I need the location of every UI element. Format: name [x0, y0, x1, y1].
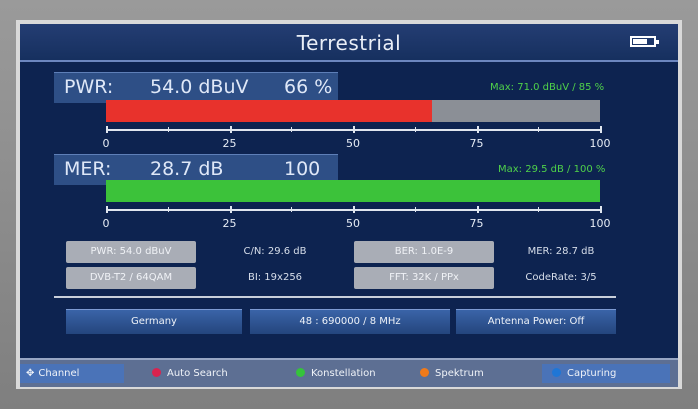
screen-title: Terrestrial: [296, 31, 402, 55]
detail-mer: MER: 28.7 dB: [527, 246, 595, 257]
mer-level-bar: [106, 180, 600, 202]
scale-tick-label: 50: [346, 217, 360, 230]
scale-tick-label: 0: [102, 217, 110, 230]
scale-tick-label: 100: [589, 137, 611, 150]
capturing-key-label: Capturing: [567, 368, 617, 379]
scale-minor-tick: [538, 127, 540, 132]
auto-search-key[interactable]: Auto Search: [152, 364, 270, 383]
scale-major-tick: [600, 126, 602, 133]
scale-tick-label: 75: [469, 137, 484, 150]
detail-pwr: PWR: 54.0 dBuV: [66, 241, 196, 263]
pwr-label: PWR:: [64, 76, 114, 98]
battery-icon: [630, 36, 659, 47]
scale-major-tick: [106, 126, 108, 133]
scale-major-tick: [600, 206, 602, 213]
scale-minor-tick: [414, 207, 416, 212]
pwr-value: 54.0 dBuV: [150, 76, 249, 98]
pwr-level-bar: [106, 100, 600, 122]
scale-minor-tick: [167, 207, 169, 212]
mer-level-fill: [106, 180, 600, 202]
detail-modulation: DVB-T2 / 64QAM: [66, 267, 196, 289]
mer-value: 28.7 dB: [150, 158, 224, 180]
channel-key-label: Channel: [38, 368, 80, 379]
mer-max: Max: 29.5 dB / 100 %: [498, 164, 606, 175]
scale-minor-tick: [414, 127, 416, 132]
scale-minor-tick: [167, 127, 169, 132]
detail-ber: BER: 1.0E-9: [354, 241, 494, 263]
konstellation-key[interactable]: Konstellation: [296, 364, 416, 383]
four-way-arrows-icon: ✥: [26, 368, 35, 379]
scale-major-tick: [476, 126, 479, 133]
pwr-level-fill: [106, 100, 433, 122]
scale-tick-label: 0: [102, 137, 110, 150]
scale-major-tick: [229, 206, 232, 213]
meter-screen: Terrestrial PWR: 54.0 dBuV 66 % Max: 71.…: [16, 20, 682, 389]
detail-coderate: CodeRate: 3/5: [525, 272, 597, 283]
function-key-bar: ✥ Channel Auto Search Konstellation Spekt…: [20, 358, 678, 387]
antenna-power-button[interactable]: Antenna Power: Off: [456, 309, 616, 334]
pwr-scale: 0 25 50 75 100: [102, 125, 611, 153]
scale-major-tick: [229, 126, 232, 133]
channel-frequency-button[interactable]: 48 : 690000 / 8 MHz: [250, 309, 450, 334]
scale-minor-tick: [291, 207, 293, 212]
title-bar: Terrestrial: [20, 24, 678, 62]
pwr-readout: PWR: 54.0 dBuV 66 %: [54, 72, 338, 103]
detail-bi: BI: 19x256: [247, 272, 303, 283]
red-key-icon: [152, 368, 161, 377]
auto-search-key-label: Auto Search: [167, 368, 228, 379]
spektrum-key[interactable]: Spektrum: [420, 364, 530, 383]
channel-key[interactable]: ✥ Channel: [20, 364, 124, 383]
scale-major-tick: [353, 206, 355, 213]
mer-scale: 0 25 50 75 100: [102, 205, 611, 233]
blue-key-icon: [552, 368, 561, 377]
capturing-key[interactable]: Capturing: [542, 364, 670, 383]
scale-major-tick: [106, 206, 108, 213]
details-divider: [54, 296, 616, 298]
scale-major-tick: [476, 206, 479, 213]
scale-major-tick: [353, 126, 355, 133]
scale-tick-label: 25: [222, 217, 237, 230]
mer-label: MER:: [64, 158, 112, 180]
konstellation-key-label: Konstellation: [311, 368, 376, 379]
detail-fft: FFT: 32K / PPx: [354, 267, 494, 289]
spektrum-key-label: Spektrum: [435, 368, 484, 379]
pwr-percent: 66 %: [284, 76, 333, 98]
orange-key-icon: [420, 368, 429, 377]
scale-tick-label: 75: [469, 217, 484, 230]
pwr-max: Max: 71.0 dBuV / 85 %: [490, 82, 605, 93]
scale-tick-label: 100: [589, 217, 611, 230]
green-key-icon: [296, 368, 305, 377]
scale-tick-label: 25: [222, 137, 237, 150]
scale-minor-tick: [538, 207, 540, 212]
scale-minor-tick: [291, 127, 293, 132]
country-button[interactable]: Germany: [66, 309, 242, 334]
detail-cn: C/N: 29.6 dB: [243, 246, 307, 257]
scale-tick-label: 50: [346, 137, 360, 150]
